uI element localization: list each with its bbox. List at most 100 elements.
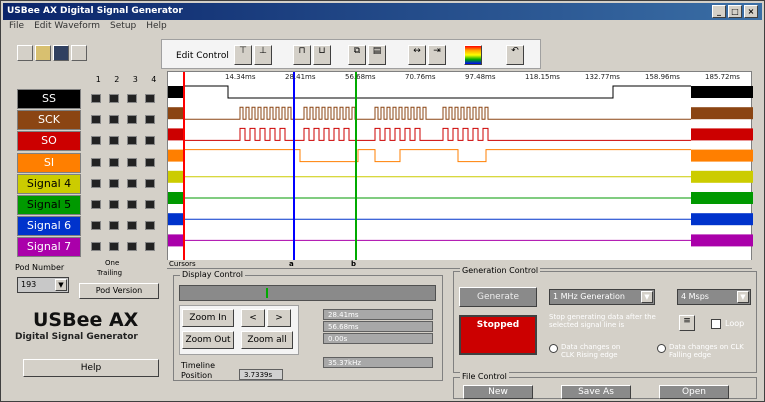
channel-enable-checkbox[interactable]	[91, 136, 101, 146]
falling-edge-radio[interactable]	[657, 344, 666, 353]
position-field[interactable]: 3.7339s	[239, 369, 283, 380]
channel-enable-checkbox[interactable]	[109, 221, 119, 231]
paste-button[interactable]: ▤	[368, 45, 386, 65]
channel-label[interactable]: SCK	[17, 110, 81, 131]
cursor-a-marker[interactable]: a	[289, 260, 294, 268]
menu-setup[interactable]: Setup	[110, 21, 136, 35]
channel-enable-checkbox[interactable]	[91, 94, 101, 103]
channel-label[interactable]: SS	[17, 89, 81, 109]
product-subtitle: Digital Signal Generator	[15, 332, 138, 342]
channel-end-bar	[691, 213, 753, 226]
t1-field[interactable]: 28.41ms	[323, 309, 433, 320]
pod-version-button[interactable]: Pod Version	[79, 283, 159, 299]
channel-enable-checkbox[interactable]	[145, 136, 155, 146]
save-icon[interactable]	[53, 45, 69, 61]
time-tick-label: 56.68ms	[345, 73, 376, 81]
time-tick-label: 28.41ms	[285, 73, 316, 81]
channel-enable-checkbox[interactable]	[145, 94, 155, 103]
cursor-b-marker[interactable]: b	[351, 260, 356, 268]
channel-end-bar	[691, 86, 753, 98]
channel-enable-checkbox[interactable]	[91, 200, 101, 209]
channel-enable-checkbox[interactable]	[91, 157, 101, 167]
channel-enable-checkbox[interactable]	[109, 94, 119, 103]
timeline-thumb[interactable]	[266, 288, 268, 298]
maximize-button[interactable]: □	[728, 5, 742, 18]
rising-edge-radio[interactable]	[549, 344, 558, 353]
channel-enable-checkbox[interactable]	[145, 221, 155, 231]
undo-button[interactable]: ↶	[506, 45, 524, 65]
buffer-select[interactable]: 4 Msps ▼	[677, 289, 751, 305]
new-file-button[interactable]: New	[463, 385, 533, 399]
open-file-button[interactable]: Open	[659, 385, 729, 399]
rate-select[interactable]: 1 MHz Generation ▼	[549, 289, 655, 305]
loop-checkbox[interactable]	[711, 319, 721, 329]
channel-label[interactable]: Signal 7	[17, 237, 81, 258]
sck-waveform	[184, 106, 691, 120]
zoom-all-button[interactable]: Zoom all	[241, 331, 293, 349]
next-button[interactable]: >	[267, 309, 291, 327]
menu-help[interactable]: Help	[146, 21, 167, 35]
zoom-out-button[interactable]: Zoom Out	[182, 331, 234, 349]
channel-enable-checkbox[interactable]	[127, 157, 137, 167]
channel-enable-checkbox[interactable]	[127, 221, 137, 231]
channel-enable-checkbox[interactable]	[145, 115, 155, 125]
channel-label[interactable]: Signal 6	[17, 216, 81, 237]
prev-button[interactable]: <	[241, 309, 265, 327]
t2-field[interactable]: 56.68ms	[323, 321, 433, 332]
pulse-low-button[interactable]: ⊔	[313, 45, 331, 65]
generation-control-title: Generation Control	[460, 266, 541, 275]
channel-enable-checkbox[interactable]	[145, 242, 155, 252]
pod-number-select[interactable]: 193 ▼	[17, 277, 69, 293]
generate-button[interactable]: Generate	[459, 287, 537, 307]
print-icon[interactable]	[71, 45, 87, 61]
minimize-button[interactable]: _	[712, 5, 726, 18]
waveform-plot[interactable]	[167, 71, 753, 262]
help-button[interactable]: Help	[23, 359, 159, 377]
channel-enable-checkbox[interactable]	[91, 178, 101, 188]
channel-enable-checkbox[interactable]	[109, 115, 119, 125]
timeline-scrollbar[interactable]	[179, 285, 436, 301]
close-button[interactable]: ×	[744, 5, 758, 18]
channel-enable-checkbox[interactable]	[127, 178, 137, 188]
channel-enable-checkbox[interactable]	[145, 178, 155, 188]
channel-label[interactable]: SO	[17, 131, 81, 152]
channel-enable-checkbox[interactable]	[127, 115, 137, 125]
open-icon[interactable]	[35, 45, 51, 61]
color-palette-icon[interactable]	[464, 45, 482, 65]
channel-enable-checkbox[interactable]	[127, 242, 137, 252]
copy-button[interactable]: ⧉	[348, 45, 366, 65]
channel-enable-checkbox[interactable]	[145, 200, 155, 209]
delta-field[interactable]: 0.00s	[323, 333, 433, 344]
loop-toggle-button[interactable]: ≡	[679, 315, 695, 331]
channel-label[interactable]: SI	[17, 152, 81, 173]
menu-file[interactable]: File	[9, 21, 24, 35]
channel-label[interactable]: Signal 4	[17, 173, 81, 194]
channel-start-bar	[168, 107, 184, 120]
channel-enable-checkbox[interactable]	[109, 200, 119, 209]
channel-enable-checkbox[interactable]	[91, 115, 101, 125]
channel-start-bar	[168, 86, 184, 98]
freq-field[interactable]: 35.37kHz	[323, 357, 433, 368]
set-high-button[interactable]: ⊤	[234, 45, 252, 65]
zoom-in-button[interactable]: Zoom In	[182, 309, 234, 327]
save-as-button[interactable]: Save As	[561, 385, 631, 399]
insert-button[interactable]: ↔	[408, 45, 426, 65]
time-tick-label: 185.72ms	[705, 73, 740, 81]
channel-enable-checkbox[interactable]	[127, 200, 137, 209]
channel-enable-checkbox[interactable]	[109, 242, 119, 252]
channel-label[interactable]: Signal 5	[17, 195, 81, 215]
channel-enable-checkbox[interactable]	[145, 157, 155, 167]
delete-button[interactable]: ⇥	[428, 45, 446, 65]
channel-enable-checkbox[interactable]	[109, 157, 119, 167]
channel-enable-checkbox[interactable]	[127, 136, 137, 146]
channel-enable-checkbox[interactable]	[91, 221, 101, 231]
pulse-high-button[interactable]: ⊓	[293, 45, 311, 65]
channel-enable-checkbox[interactable]	[109, 178, 119, 188]
channel-enable-checkbox[interactable]	[127, 94, 137, 103]
menu-edit-waveform[interactable]: Edit Waveform	[34, 21, 100, 35]
new-icon[interactable]	[17, 45, 33, 61]
channel-number-header: 1 2 3 4	[89, 75, 163, 85]
channel-enable-checkbox[interactable]	[91, 242, 101, 252]
channel-enable-checkbox[interactable]	[109, 136, 119, 146]
set-low-button[interactable]: ⊥	[254, 45, 272, 65]
